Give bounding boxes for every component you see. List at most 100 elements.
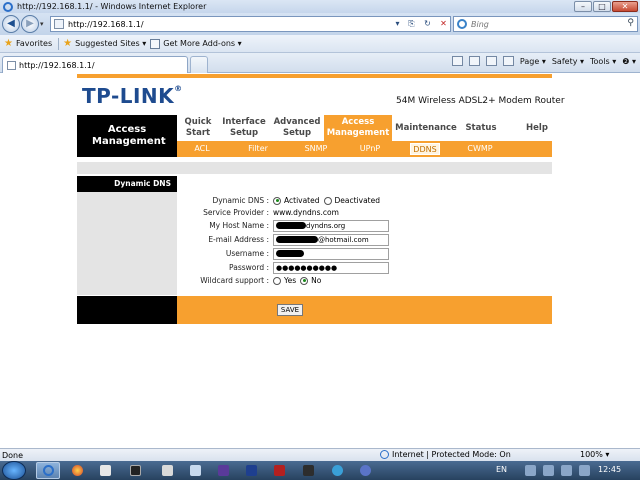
network-tray-icon[interactable] (561, 465, 572, 476)
submenu-filter[interactable]: Filter (243, 141, 273, 157)
host-name-row: My Host Name : dyndns.org (177, 219, 389, 232)
mail-icon[interactable] (485, 56, 497, 66)
zoom-level[interactable]: 100% ▾ (580, 450, 609, 459)
submenu-cwmp[interactable]: CWMP (463, 141, 497, 157)
window-controls: – □ ✕ (574, 1, 638, 12)
clock[interactable]: 12:45 (598, 465, 621, 474)
start-button[interactable] (2, 461, 26, 480)
app-icon[interactable] (218, 465, 229, 476)
print-icon[interactable] (502, 56, 514, 66)
command-bar: Page ▾ Safety ▾ Tools ▾ ❷ ▾ (451, 56, 636, 66)
address-bar: ▾ ⎘ ↻ ✕ (50, 16, 451, 32)
tab-router[interactable]: http://192.168.1.1/ (2, 56, 188, 73)
main-menu: Quick Start Interface Setup Advanced Set… (177, 115, 552, 141)
globe-icon (380, 450, 389, 459)
wildcard-no-radio[interactable] (300, 276, 309, 285)
refresh-icon[interactable]: ↻ (421, 18, 434, 30)
compatibility-view-icon[interactable]: ⎘ (405, 18, 418, 30)
submenu-ddns[interactable]: DDNS (410, 143, 440, 155)
language-indicator[interactable]: EN (496, 465, 507, 474)
page-menu[interactable]: Page ▾ (520, 57, 546, 66)
host-name-input[interactable]: dyndns.org (273, 219, 389, 232)
tab-bar: http://192.168.1.1/ Page ▾ Safety ▾ Tool… (0, 53, 640, 73)
get-more-addons-button[interactable]: Get More Add-ons ▾ (150, 38, 242, 49)
addons-icon (150, 38, 161, 49)
bottom-black-bar (77, 296, 177, 324)
service-provider-row: Service Provider : www.dyndns.com (203, 208, 339, 217)
menu-help[interactable]: Help (522, 115, 552, 141)
stop-icon[interactable]: ✕ (437, 18, 450, 30)
page-icon (7, 60, 16, 70)
search-box: ⚲ (453, 16, 638, 32)
search-input[interactable] (471, 19, 611, 29)
favorites-button[interactable]: ★ Favorites (4, 38, 52, 49)
orange-top-line (77, 74, 552, 78)
app-icon[interactable] (303, 465, 314, 476)
panel-title: Dynamic DNS (77, 176, 177, 192)
new-tab-button[interactable] (190, 56, 208, 73)
submenu-upnp[interactable]: UPnP (353, 141, 387, 157)
tray-icon[interactable] (525, 465, 536, 476)
tools-menu[interactable]: Tools ▾ (590, 57, 616, 66)
save-button[interactable]: SAVE (277, 304, 303, 316)
menu-status[interactable]: Status (464, 115, 498, 141)
feeds-icon[interactable] (468, 56, 480, 66)
chrome-icon[interactable] (72, 465, 83, 476)
taskbar-ie[interactable] (36, 462, 60, 479)
flash-icon[interactable] (274, 465, 285, 476)
menu-access-management[interactable]: Access Management (324, 115, 392, 141)
app-icon[interactable] (360, 465, 371, 476)
menu-maintenance[interactable]: Maintenance (395, 115, 457, 141)
volume-icon[interactable] (579, 465, 590, 476)
section-title: Access Management (77, 115, 177, 157)
address-dropdown-icon[interactable]: ▾ (391, 18, 404, 30)
service-provider-value: www.dyndns.com (273, 208, 339, 217)
redaction-mark (276, 250, 304, 257)
back-button[interactable]: ◀ (2, 15, 20, 33)
tray-icon[interactable] (543, 465, 554, 476)
password-input[interactable]: ●●●●●●●●●● (273, 261, 389, 274)
taskbar: EN 12:45 (0, 461, 640, 480)
tp-link-logo: TP-LINK® (82, 84, 183, 108)
cmd-icon[interactable] (130, 465, 141, 476)
submenu-acl[interactable]: ACL (187, 141, 217, 157)
ie-logo-icon (3, 1, 13, 12)
address-input[interactable] (68, 19, 388, 29)
bing-icon (457, 19, 467, 29)
maximize-button[interactable]: □ (593, 1, 611, 12)
status-text: Done (2, 450, 24, 460)
help-menu[interactable]: ❷ ▾ (622, 57, 636, 66)
suggested-sites-button[interactable]: ★ Suggested Sites ▾ (63, 38, 146, 49)
explorer-icon[interactable] (100, 465, 111, 476)
home-icon[interactable] (451, 56, 463, 66)
security-zone[interactable]: Internet | Protected Mode: On (380, 450, 511, 459)
username-input[interactable] (273, 247, 389, 260)
history-dropdown-icon[interactable]: ▾ (40, 20, 44, 28)
network-icon[interactable] (162, 465, 173, 476)
wildcard-yes-radio[interactable] (273, 276, 281, 285)
password-row: Password : ●●●●●●●●●● (177, 261, 389, 274)
redaction-mark (276, 222, 306, 229)
wildcard-row: Wildcard support : Yes No (200, 276, 322, 285)
submenu-snmp[interactable]: SNMP (299, 141, 333, 157)
page-icon (54, 19, 64, 29)
left-gray-column (77, 192, 177, 295)
safety-menu[interactable]: Safety ▾ (552, 57, 584, 66)
menu-quick-start[interactable]: Quick Start (181, 115, 215, 141)
deactivated-radio[interactable] (323, 196, 332, 205)
app-icon[interactable] (332, 465, 343, 476)
minimize-button[interactable]: – (574, 1, 592, 12)
email-input[interactable]: @hotmail.com (273, 233, 389, 246)
window-title: http://192.168.1.1/ - Windows Internet E… (17, 2, 207, 11)
menu-advanced-setup[interactable]: Advanced Setup (274, 115, 321, 141)
redaction-mark (276, 236, 318, 243)
forward-button[interactable]: ▶ (21, 15, 39, 33)
add-favorite-icon: ★ (63, 38, 73, 49)
close-button[interactable]: ✕ (612, 1, 638, 12)
app-icon[interactable] (190, 465, 201, 476)
menu-interface-setup[interactable]: Interface Setup (222, 115, 266, 141)
search-icon[interactable]: ⚲ (627, 18, 634, 28)
activated-radio[interactable] (273, 196, 281, 205)
title-bar: http://192.168.1.1/ - Windows Internet E… (0, 0, 640, 13)
photoshop-icon[interactable] (246, 465, 257, 476)
